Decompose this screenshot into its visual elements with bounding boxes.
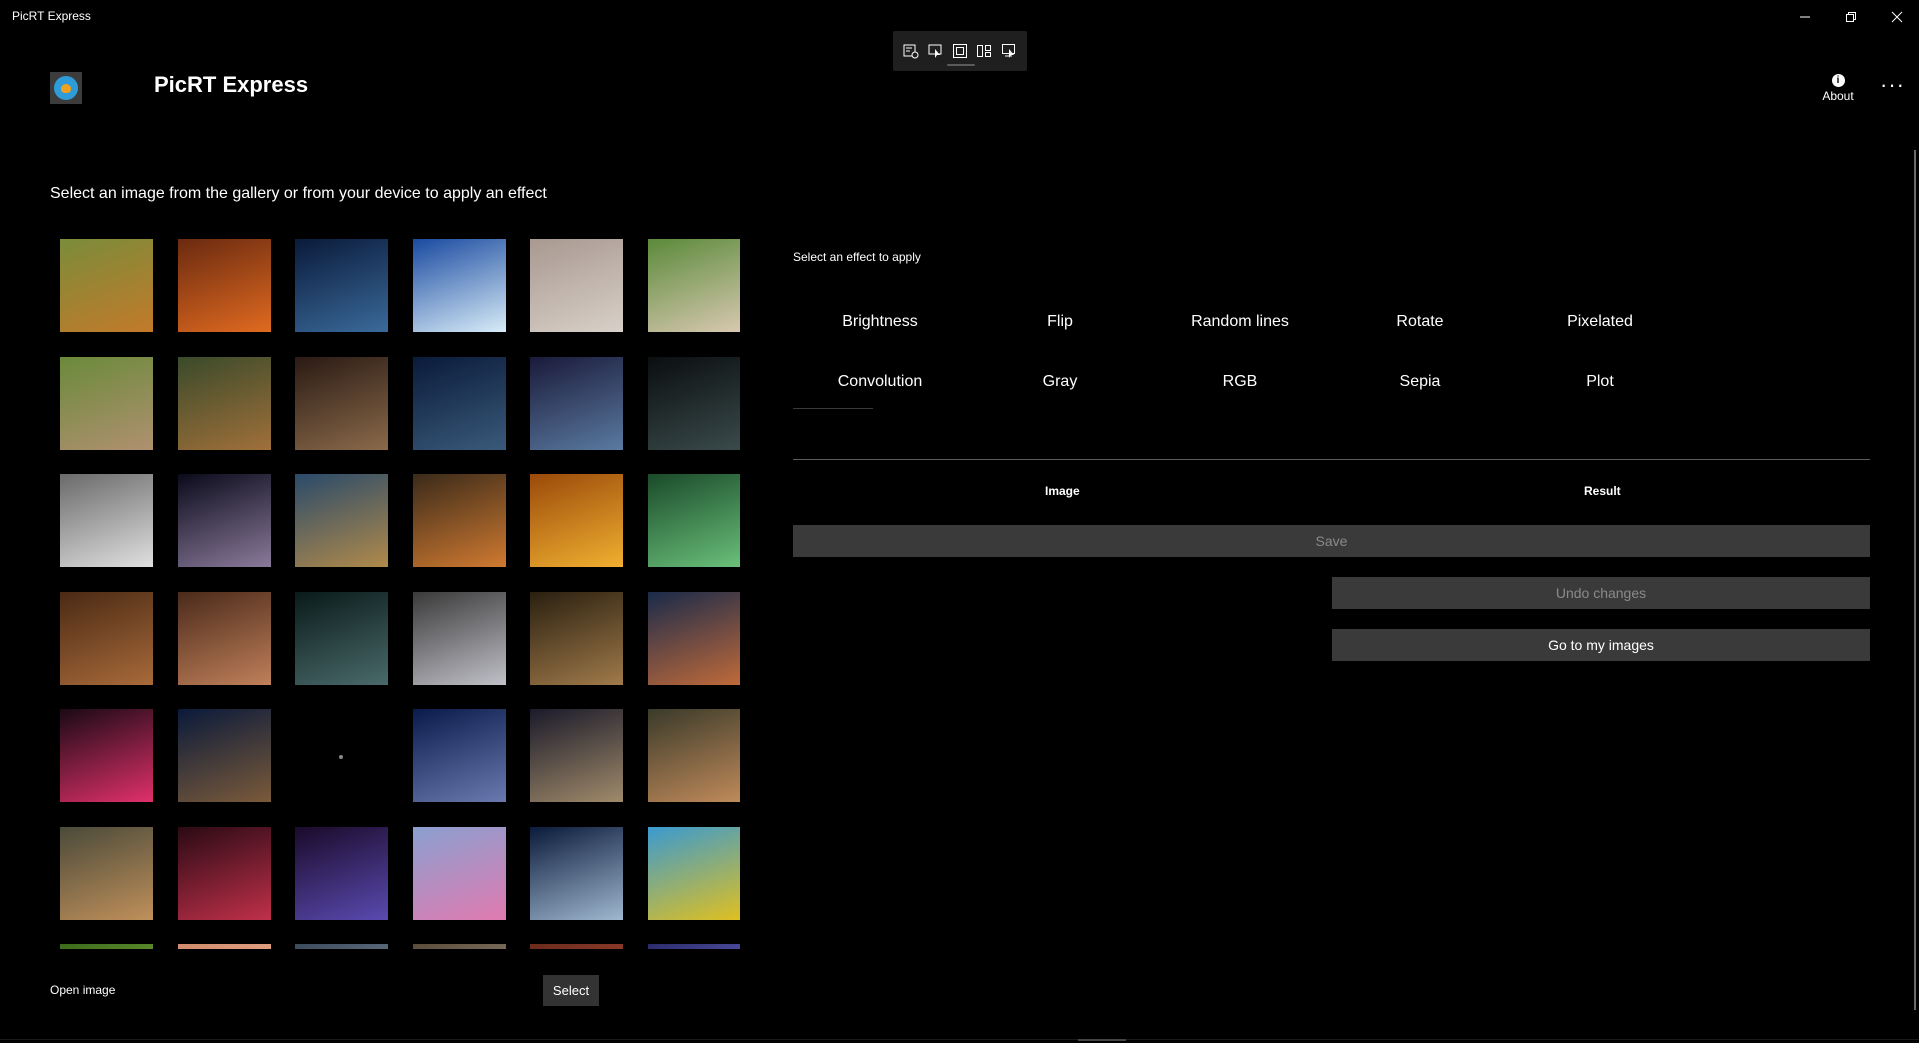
display-layout-adorners-button[interactable] [950, 41, 970, 61]
gallery-thumbnail-goats-snow[interactable] [60, 474, 153, 567]
toolbar-grip[interactable] [947, 64, 975, 66]
gallery-thumbnail-cat-in-grass[interactable] [60, 357, 153, 450]
restore-button[interactable] [1828, 2, 1874, 32]
gallery-thumbnail-mountain-night[interactable] [178, 709, 271, 802]
track-focused-element-icon [977, 45, 992, 57]
gallery-thumbnail-owl-autumn[interactable] [295, 474, 388, 567]
effect-convolution[interactable]: Convolution [800, 373, 960, 391]
effect-brightness[interactable]: Brightness [800, 313, 960, 331]
display-layout-adorners-icon [952, 44, 967, 58]
gallery-thumbnail-bolt-wood[interactable] [60, 592, 153, 685]
effect-random-lines[interactable]: Random lines [1160, 313, 1320, 331]
gallery-thumbnail-cat[interactable] [530, 239, 623, 332]
effect-rotate[interactable]: Rotate [1340, 313, 1500, 331]
gallery-thumbnail-starry-sky-rock[interactable] [295, 239, 388, 332]
gallery-thumbnail-rabbit[interactable] [648, 239, 740, 332]
hot-reload-button[interactable] [999, 41, 1019, 61]
section-divider [793, 459, 1870, 460]
toggle-visual-tree-icon [903, 44, 919, 59]
gallery-thumbnail-mountain-clouds[interactable] [648, 709, 740, 802]
app-logo [50, 72, 82, 104]
gallery-thumbnail-corgi[interactable] [60, 239, 153, 332]
open-image-link[interactable]: Open image [50, 983, 115, 997]
instruction-text: Select an image from the gallery or from… [50, 185, 547, 202]
go-to-my-images-button[interactable]: Go to my images [1332, 629, 1870, 661]
app-name: PicRT Express [154, 72, 309, 97]
gallery-thumbnail-glacier[interactable] [413, 239, 506, 332]
about-label: About [1822, 89, 1854, 103]
about-button[interactable]: i About [1816, 74, 1860, 103]
save-button[interactable]: Save [793, 525, 1870, 557]
gallery-thumbnail-partial-4[interactable] [413, 944, 506, 949]
image-gallery[interactable] [60, 239, 740, 949]
gallery-thumbnail-pink-flowers[interactable] [413, 827, 506, 920]
result-column-header: Result [1584, 484, 1621, 498]
gallery-thumbnail-tent-night[interactable] [530, 357, 623, 450]
gallery-thumbnail-stormy-sea[interactable] [530, 709, 623, 802]
gallery-thumbnail-space-planet[interactable] [178, 474, 271, 567]
more-options-button[interactable]: ··· [1880, 72, 1905, 98]
gallery-thumbnail-cave-glow[interactable] [295, 827, 388, 920]
undo-changes-button[interactable]: Undo changes [1332, 577, 1870, 609]
gallery-thumbnail-old-train[interactable] [413, 357, 506, 450]
bottom-edge [0, 1039, 1919, 1040]
select-element-icon [928, 44, 942, 58]
gallery-thumbnail-snowy-lake[interactable] [530, 827, 623, 920]
gallery-thumbnail-tiger-lying[interactable] [178, 357, 271, 450]
thumbnail-dot [339, 755, 343, 759]
gallery-thumbnail-circuit-board[interactable] [648, 474, 740, 567]
gallery-thumbnail-blue-mountains[interactable] [413, 709, 506, 802]
gallery-thumbnail-partial-5[interactable] [530, 944, 623, 949]
gallery-thumbnail-berries[interactable] [178, 827, 271, 920]
gallery-thumbnail-dark-empty[interactable] [295, 709, 388, 802]
hot-reload-icon [1001, 44, 1015, 58]
gallery-thumbnail-tunnel[interactable] [295, 592, 388, 685]
select-button[interactable]: Select [543, 975, 599, 1006]
effect-plot[interactable]: Plot [1520, 373, 1680, 391]
gallery-thumbnail-tiger-water[interactable] [413, 474, 506, 567]
bottom-grip[interactable] [1078, 1039, 1126, 1041]
window-title: PicRT Express [12, 9, 91, 23]
gallery-thumbnail-abandoned-room[interactable] [295, 357, 388, 450]
gallery-thumbnail-partial-3[interactable] [295, 944, 388, 949]
gallery-thumbnail-bridge[interactable] [648, 592, 740, 685]
gallery-thumbnail-yellow-bird[interactable] [648, 827, 740, 920]
gallery-thumbnail-partial-6[interactable] [648, 944, 740, 949]
track-focused-element-button[interactable] [974, 41, 994, 61]
gallery-thumbnail-neon-sign[interactable] [60, 709, 153, 802]
effect-rgb[interactable]: RGB [1160, 373, 1320, 391]
effect-gray[interactable]: Gray [980, 373, 1140, 391]
gallery-thumbnail-cave-sunset[interactable] [178, 239, 271, 332]
effect-sepia[interactable]: Sepia [1340, 373, 1500, 391]
gallery-thumbnail-lighthouse-ufo[interactable] [530, 592, 623, 685]
select-element-button[interactable] [926, 41, 946, 61]
effect-selection-indicator [793, 408, 873, 409]
bird-logo-icon [54, 76, 78, 100]
restore-icon [1846, 12, 1856, 22]
gallery-thumbnail-foggy-sea[interactable] [413, 592, 506, 685]
vertical-scrollbar[interactable] [1914, 150, 1916, 1010]
minimize-icon [1800, 16, 1810, 18]
effect-pixelated[interactable]: Pixelated [1520, 313, 1680, 331]
gallery-thumbnail-partial-2[interactable] [178, 944, 271, 949]
gallery-thumbnail-golden-valley[interactable] [530, 474, 623, 567]
effects-title: Select an effect to apply [793, 250, 921, 264]
close-button[interactable] [1874, 2, 1919, 32]
gallery-thumbnail-dark-coast[interactable] [648, 357, 740, 450]
gallery-thumbnail-desert-dunes[interactable] [60, 827, 153, 920]
image-column-header: Image [1045, 484, 1080, 498]
toggle-visual-tree-button[interactable] [901, 41, 921, 61]
gallery-thumbnail-mars-rover[interactable] [178, 592, 271, 685]
gallery-thumbnail-partial-1[interactable] [60, 944, 153, 949]
close-icon [1891, 11, 1903, 23]
minimize-button[interactable] [1782, 2, 1828, 32]
effect-flip[interactable]: Flip [980, 313, 1140, 331]
info-icon: i [1831, 74, 1845, 87]
